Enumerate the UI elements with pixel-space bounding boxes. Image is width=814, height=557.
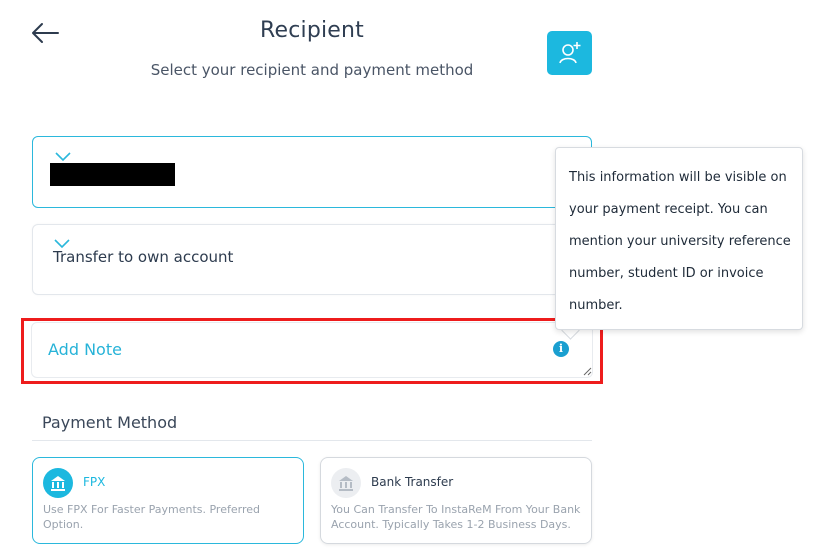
- add-recipient-button[interactable]: [547, 31, 592, 75]
- info-tooltip: This information will be visible on your…: [555, 147, 803, 330]
- tooltip-line: This information will be visible on: [569, 170, 787, 185]
- transfer-type-value: Transfer to own account: [53, 248, 234, 266]
- desc-line: Option.: [43, 518, 84, 531]
- tooltip-line: mention your university reference: [569, 234, 791, 249]
- payment-option-fpx[interactable]: FPX Use FPX For Faster Payments. Preferr…: [32, 457, 304, 544]
- page-subtitle: Select your recipient and payment method: [150, 61, 474, 79]
- payment-option-desc: You Can Transfer To InstaReM From Your B…: [331, 502, 580, 532]
- desc-line: You Can Transfer To InstaReM From Your B…: [331, 503, 581, 516]
- tooltip-line: your payment receipt. You can: [569, 202, 768, 217]
- bank-icon: [331, 468, 361, 498]
- payment-method-label: Payment Method: [42, 413, 178, 432]
- payment-option-title: FPX: [83, 475, 106, 489]
- highlight-box: [21, 318, 603, 384]
- bank-icon: [43, 468, 73, 498]
- tooltip-line: number.: [569, 298, 623, 313]
- payment-option-title: Bank Transfer: [371, 475, 454, 489]
- desc-line: Use FPX For Faster Payments. Preferred: [43, 503, 260, 516]
- add-person-icon: [558, 42, 580, 64]
- payment-option-bank-transfer[interactable]: Bank Transfer You Can Transfer To InstaR…: [320, 457, 592, 544]
- recipient-name-redacted: [50, 163, 175, 186]
- tooltip-line: number, student ID or invoice: [569, 266, 764, 281]
- payment-option-desc: Use FPX For Faster Payments. Preferred O…: [43, 502, 260, 532]
- page-title: Recipient: [259, 18, 365, 43]
- divider: [32, 440, 592, 441]
- chevron-down-icon: [55, 152, 71, 162]
- desc-line: Account. Typically Takes 1-2 Business Da…: [331, 518, 571, 531]
